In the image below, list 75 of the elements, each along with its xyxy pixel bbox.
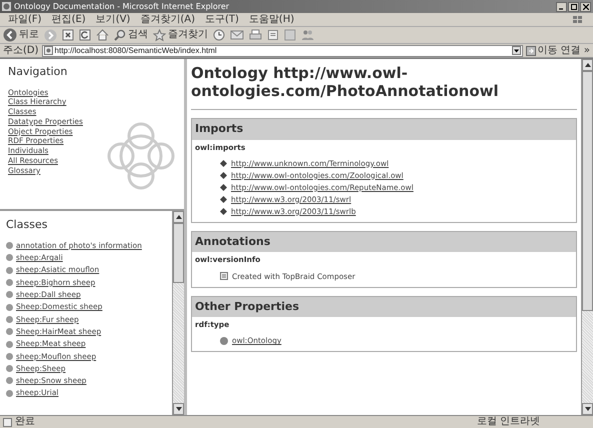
circle-icon — [220, 336, 228, 345]
menu-item[interactable]: 도구(T) — [205, 14, 239, 24]
window-title: Ontology Documentation - Microsoft Internet Explorer — [14, 0, 230, 12]
maximize-button[interactable] — [568, 2, 579, 12]
page-icon — [3, 418, 12, 426]
bullet-icon — [6, 266, 13, 274]
zone-text: 로컬 인트라넷 — [476, 417, 540, 427]
section-heading: Imports — [192, 119, 576, 140]
refresh-icon — [79, 29, 91, 41]
bullet-icon — [6, 242, 13, 250]
status-text: 완료 — [15, 417, 35, 427]
edit-button[interactable] — [267, 29, 279, 41]
scroll-down-icon — [584, 407, 590, 411]
stop-icon — [62, 29, 74, 41]
bullet-icon — [6, 377, 13, 384]
messenger-button[interactable] — [301, 29, 314, 41]
stop-button[interactable] — [62, 29, 74, 41]
bullet-icon — [6, 291, 13, 298]
bullet-icon — [6, 316, 13, 323]
celtic-knot-drawing — [106, 121, 176, 191]
bullet-icon — [6, 254, 13, 262]
section-heading: Other Properties — [192, 296, 576, 317]
links-button[interactable]: 연결 » — [560, 46, 590, 56]
bullet-icon — [6, 340, 13, 348]
printer-icon — [249, 29, 262, 41]
maximize-icon — [570, 4, 576, 10]
back-button[interactable]: 뒤로 — [3, 28, 39, 42]
back-icon — [3, 28, 17, 42]
ontology-title: Ontology http://www.owl-ontologies.com/PhotoAnnotationowl — [191, 64, 577, 110]
scroll-down-icon — [176, 407, 182, 411]
address-label: 주소(D) — [3, 46, 39, 56]
page-icon — [44, 46, 53, 55]
menu-item[interactable]: 파일(F) — [8, 14, 42, 24]
scrollbar[interactable] — [172, 211, 184, 415]
browser-icon — [2, 2, 11, 11]
scrollbar[interactable] — [581, 59, 593, 415]
go-button[interactable]: 이동 — [526, 46, 558, 56]
mail-button[interactable] — [230, 29, 244, 41]
navigation-heading: Navigation — [8, 64, 68, 80]
go-arrow-icon — [526, 46, 536, 56]
bullet-icon — [6, 390, 13, 397]
menu-item[interactable]: 보기(V) — [96, 14, 130, 24]
people-icon — [301, 29, 314, 41]
scroll-up-icon — [584, 63, 590, 67]
minimize-button[interactable] — [556, 2, 567, 12]
note-icon — [284, 29, 296, 41]
windows-logo-icon — [571, 14, 585, 25]
menu-item[interactable]: 즐겨찾기(A) — [140, 14, 195, 24]
star-icon — [153, 28, 166, 42]
search-button[interactable]: 검색 — [114, 29, 148, 41]
home-button[interactable] — [96, 29, 109, 41]
scroll-up-icon — [176, 215, 182, 219]
search-icon — [114, 29, 126, 41]
bullet-icon — [6, 365, 13, 372]
favorites-button[interactable]: 즐겨찾기 — [153, 28, 208, 42]
home-icon — [96, 29, 109, 41]
history-button[interactable] — [213, 29, 225, 41]
bullet-icon — [6, 328, 13, 336]
address-field[interactable]: http://localhost:8080/SemanticWeb/index.html — [42, 44, 523, 56]
text-icon — [220, 272, 228, 280]
forward-icon — [44, 28, 57, 42]
section-heading: Annotations — [192, 232, 576, 252]
print-button[interactable] — [249, 29, 262, 41]
refresh-button[interactable] — [79, 29, 91, 41]
classes-heading: Classes — [6, 217, 48, 233]
menu-item[interactable]: 도움말(H) — [248, 14, 294, 24]
mail-icon — [230, 29, 244, 41]
close-button[interactable] — [580, 2, 591, 12]
clock-icon — [213, 29, 225, 41]
bullet-icon — [6, 279, 13, 286]
menu-item[interactable]: 편집(E) — [52, 14, 86, 24]
bullet-icon — [6, 304, 13, 311]
document-icon — [267, 29, 279, 41]
bullet-icon — [6, 352, 13, 360]
close-icon — [582, 4, 588, 10]
